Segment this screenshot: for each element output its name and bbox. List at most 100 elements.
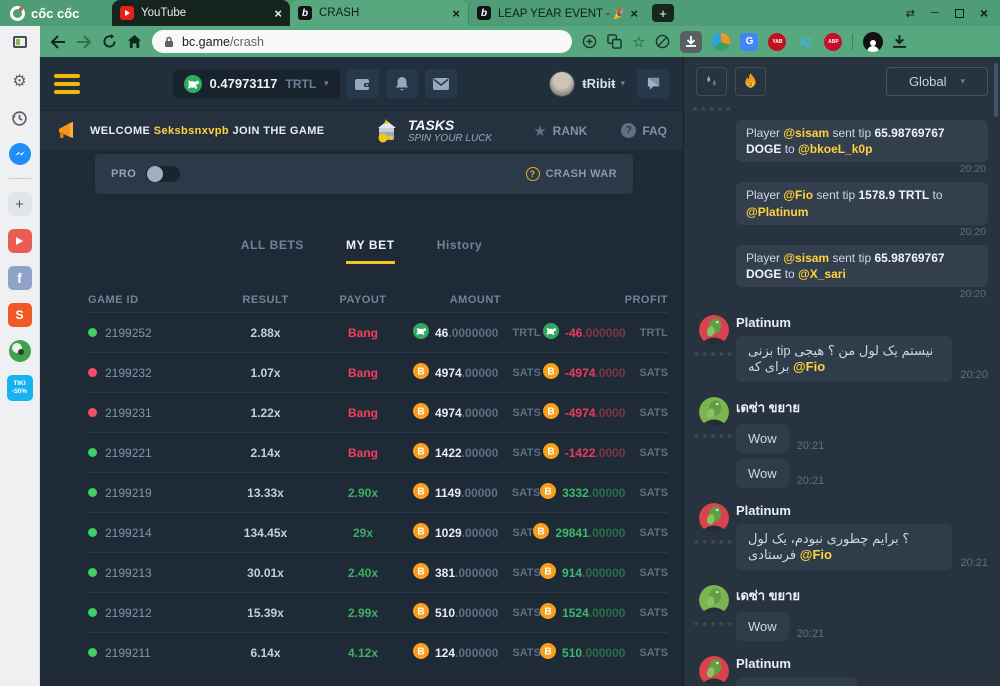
- faq-link[interactable]: ? FAQ: [621, 123, 667, 138]
- tab-close-icon[interactable]: ×: [452, 6, 460, 21]
- balance-pill[interactable]: 0.47973117 TRTL ▾: [173, 69, 340, 99]
- menu-hamburger-icon[interactable]: [54, 74, 80, 94]
- chat-username[interactable]: เดซ่า ขยาย: [736, 585, 988, 606]
- back-icon[interactable]: [50, 35, 66, 49]
- amount-cell: B381.000000SATS: [413, 563, 543, 582]
- history-icon[interactable]: [8, 106, 32, 130]
- table-row[interactable]: 219921215.39x2.99xB510.000000SATSB1524.0…: [88, 592, 668, 632]
- yab-extension-icon[interactable]: YAB: [768, 33, 786, 51]
- user-avatar[interactable]: [699, 656, 729, 686]
- mention[interactable]: @bkoeL_k0p: [798, 142, 872, 156]
- user-avatar[interactable]: [699, 397, 729, 427]
- table-row[interactable]: 219921913.33x2.90xB1149.00000SATSB3332.0…: [88, 472, 668, 512]
- flame-coin-icon-button[interactable]: B: [735, 67, 766, 96]
- bets-tab-history[interactable]: History: [437, 238, 483, 264]
- tip-notification: Player @Fio sent tip 1578.9 TRTL to @Pla…: [736, 182, 988, 237]
- timestamp: 20:20: [736, 288, 988, 300]
- restore-button[interactable]: [955, 9, 964, 18]
- coin-icon: B: [413, 563, 429, 582]
- coccoc-extension-icon[interactable]: [712, 33, 730, 51]
- chat-username[interactable]: เดซ่า ขยาย: [736, 397, 988, 418]
- chat-username[interactable]: Platinum: [736, 656, 988, 671]
- tiki-app-icon[interactable]: TIKI -50%: [7, 375, 33, 401]
- chat-message: ★★★★★Platinumلول یک ،نبودم چطوری برایم ؟…: [692, 501, 988, 570]
- table-row[interactable]: 21992522.88xBang46.0000000TRTL-46.000000…: [88, 312, 668, 352]
- status-dot-icon: [88, 408, 97, 417]
- notifications-bell-button[interactable]: [386, 69, 418, 98]
- tab-sync-icon[interactable]: ⇄: [906, 7, 915, 20]
- coin-icon: [413, 323, 429, 342]
- table-row[interactable]: 21992311.22xBangB4974.00000SATSB-4974.00…: [88, 392, 668, 432]
- shopee-app-icon[interactable]: S: [8, 303, 32, 327]
- translate-extension-icon[interactable]: G: [740, 33, 758, 51]
- browser-tab[interactable]: bLEAP YEAR EVENT - 🎉Event -×: [468, 0, 646, 26]
- wallet-button[interactable]: [347, 69, 379, 98]
- crash-war-link[interactable]: ? CRASH WAR: [526, 167, 617, 181]
- table-row[interactable]: 219921330.01x2.40xB381.000000SATSB914.00…: [88, 552, 668, 592]
- mention[interactable]: @X_sari: [798, 267, 846, 281]
- user-avatar[interactable]: [699, 315, 729, 345]
- mention[interactable]: @Fio: [793, 359, 825, 374]
- browser-tab[interactable]: bCRASH×: [290, 0, 468, 26]
- bookmark-star-icon[interactable]: ☆: [632, 33, 645, 51]
- coccoc-app-icon[interactable]: [9, 340, 31, 362]
- downloads-tray-icon[interactable]: [893, 35, 906, 48]
- user-menu-chevron-icon[interactable]: ▾: [620, 78, 625, 89]
- user-avatar[interactable]: [699, 585, 729, 615]
- mention[interactable]: @sisam: [783, 126, 829, 140]
- message-text: tip: [842, 188, 855, 202]
- forward-icon[interactable]: [76, 35, 92, 49]
- messenger-icon[interactable]: [9, 143, 31, 165]
- tasks-gift-icon[interactable]: [374, 118, 400, 144]
- mention[interactable]: @sisam: [783, 251, 829, 265]
- address-bar[interactable]: bc.game/crash: [152, 30, 572, 53]
- profit-unit: TRTL: [640, 327, 668, 339]
- home-icon[interactable]: [127, 34, 142, 49]
- tasks-label[interactable]: TASKS SPIN YOUR LUCK: [408, 117, 492, 145]
- translate-page-icon[interactable]: [607, 34, 622, 49]
- chat-bubble-row: @Fio مرسی بازم20:21: [736, 677, 988, 686]
- mention[interactable]: @Fio: [783, 188, 813, 202]
- mention[interactable]: @Fio: [800, 547, 832, 562]
- messages-envelope-button[interactable]: [425, 69, 457, 98]
- adblock-shield-icon[interactable]: [655, 34, 670, 49]
- user-rating-stars: ★★★★★: [693, 620, 734, 628]
- chat-collapse-button[interactable]: [637, 69, 669, 98]
- rank-link[interactable]: ★ RANK: [533, 122, 587, 140]
- youtube-app-icon[interactable]: [8, 229, 32, 253]
- profile-avatar-icon[interactable]: [863, 32, 883, 52]
- browser-tab[interactable]: YouTube×: [112, 0, 290, 26]
- svg-text:B: B: [547, 447, 554, 458]
- settings-gear-icon[interactable]: ⚙: [8, 69, 32, 93]
- add-app-button[interactable]: +: [8, 192, 32, 216]
- facebook-app-icon[interactable]: f: [8, 266, 32, 290]
- abp-extension-icon[interactable]: ABP: [824, 33, 842, 51]
- minimize-button[interactable]: ─: [931, 7, 939, 19]
- reload-icon[interactable]: [102, 34, 117, 49]
- chat-username[interactable]: Platinum: [736, 315, 988, 330]
- table-row[interactable]: 21992321.07xBangB4974.00000SATSB-4974.00…: [88, 352, 668, 392]
- new-tab-button[interactable]: +: [652, 4, 674, 22]
- chat-scrollbar[interactable]: [994, 63, 998, 117]
- table-row[interactable]: 21992116.14x4.12xB124.000000SATSB510.000…: [88, 632, 668, 672]
- mention[interactable]: @Platinum: [746, 205, 808, 219]
- user-avatar[interactable]: [549, 71, 575, 97]
- user-avatar[interactable]: [699, 503, 729, 533]
- pro-toggle[interactable]: [146, 166, 180, 182]
- chat-channel-select[interactable]: Global ▾: [886, 67, 988, 96]
- zoom-page-icon[interactable]: [582, 34, 597, 49]
- payout-cell: 2.99x: [313, 606, 413, 620]
- table-row[interactable]: 2199214134.45x29xB1029.00000SATSB29841.0…: [88, 512, 668, 552]
- username-label[interactable]: ŧRibiŧ: [582, 76, 615, 91]
- iq-extension-icon[interactable]: IQ: [796, 33, 814, 51]
- bets-tab-my-bet[interactable]: MY BET: [346, 238, 395, 264]
- bets-tab-all-bets[interactable]: ALL BETS: [241, 238, 304, 264]
- rain-icon-button[interactable]: [696, 67, 727, 96]
- table-row[interactable]: 21992212.14xBangB1422.00000SATSB-1422.00…: [88, 432, 668, 472]
- close-button[interactable]: ×: [980, 5, 988, 21]
- chat-username[interactable]: Platinum: [736, 503, 988, 518]
- tab-close-icon[interactable]: ×: [274, 6, 282, 21]
- download-active-button[interactable]: [680, 31, 702, 53]
- sidebar-toggle-icon[interactable]: [13, 36, 27, 48]
- tab-close-icon[interactable]: ×: [630, 6, 638, 21]
